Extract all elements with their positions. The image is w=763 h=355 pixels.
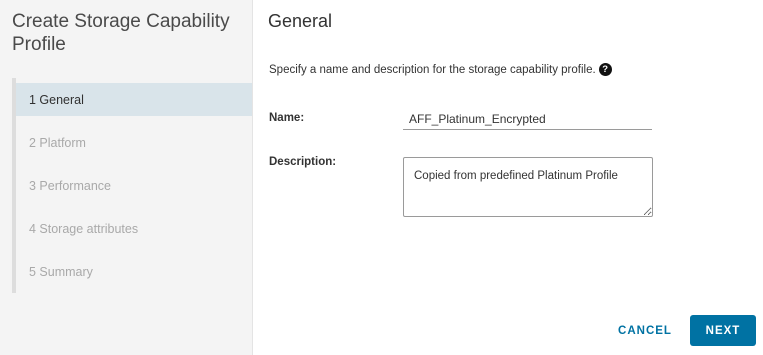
cancel-button[interactable]: CANCEL: [606, 317, 684, 345]
step-storage-attributes[interactable]: 4 Storage attributes: [16, 212, 252, 245]
page-title: General: [268, 11, 333, 31]
name-input[interactable]: [403, 108, 652, 130]
help-circle-icon[interactable]: ?: [598, 63, 612, 76]
description-label: Description:: [269, 156, 337, 168]
step-summary[interactable]: 5 Summary: [16, 255, 252, 288]
wizard-sidebar: Create Storage Capability Profile 1 Gene…: [0, 0, 253, 355]
step-list: 1 General 2 Platform 3 Performance 4 Sto…: [16, 83, 252, 298]
step-performance[interactable]: 3 Performance: [16, 169, 252, 202]
next-button[interactable]: NEXT: [690, 315, 756, 346]
step-general[interactable]: 1 General: [16, 83, 252, 116]
name-label: Name:: [269, 112, 305, 124]
intro-row: Specify a name and description for the s…: [269, 63, 612, 76]
intro-text: Specify a name and description for the s…: [269, 63, 596, 76]
create-storage-profile-wizard: Create Storage Capability Profile 1 Gene…: [0, 0, 763, 355]
wizard-content: General Specify a name and description f…: [253, 0, 763, 355]
wizard-title: Create Storage Capability Profile: [12, 11, 230, 55]
description-textarea[interactable]: Copied from predefined Platinum Profile: [403, 157, 653, 217]
step-platform[interactable]: 2 Platform: [16, 126, 252, 159]
